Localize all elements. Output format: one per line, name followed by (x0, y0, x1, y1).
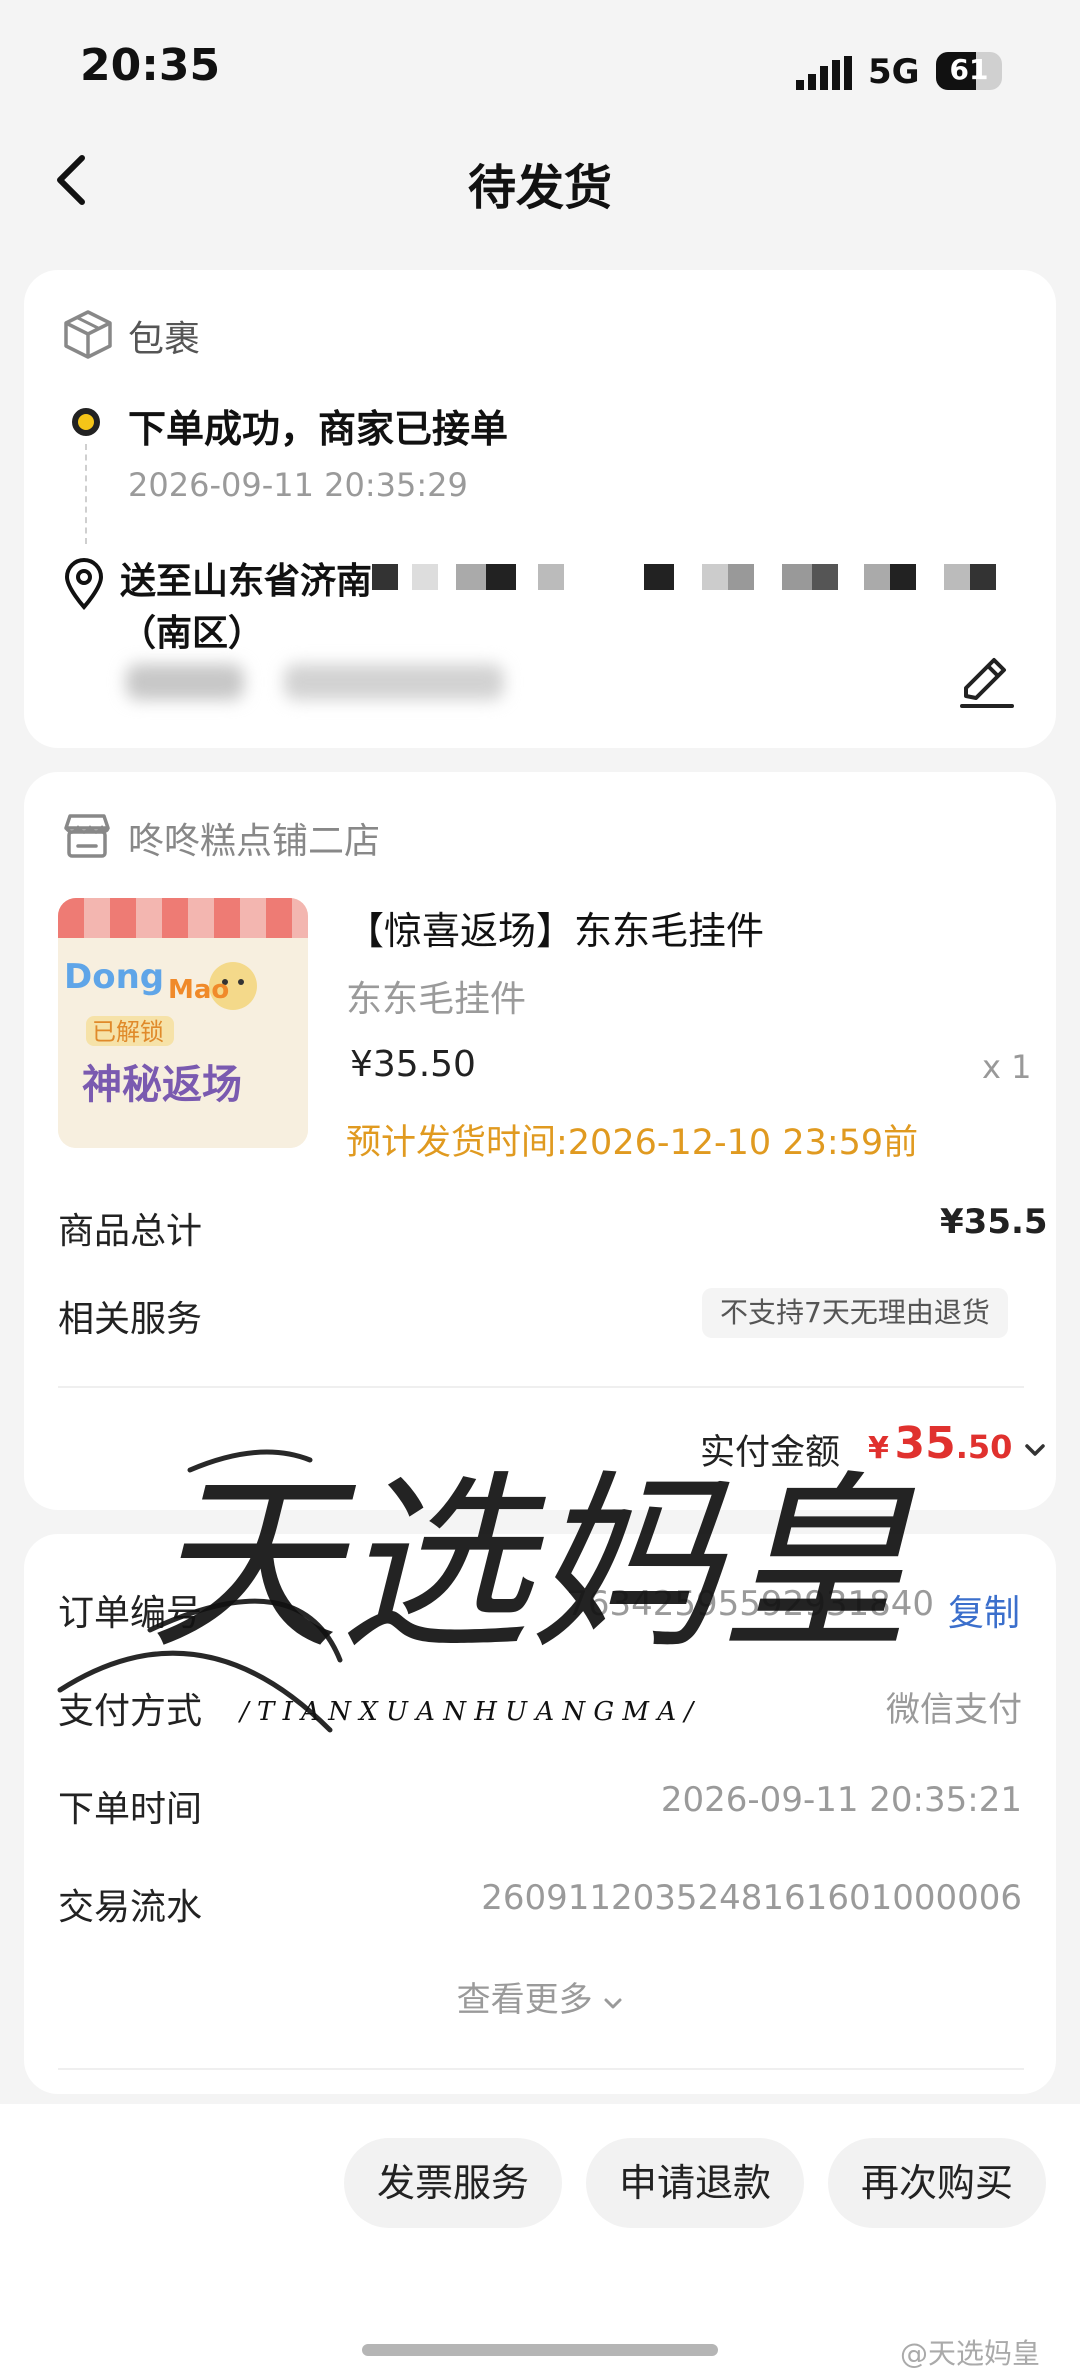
product-title[interactable]: 【惊喜返场】东东毛挂件 (346, 900, 764, 955)
watermark-sub: / T I A N X U A N H U A N G M A / (237, 1697, 695, 1727)
thumb-text-mao: Mao (168, 975, 229, 1005)
refund-button[interactable]: 申请退款 (586, 2138, 804, 2228)
address-line-2: （南区） (120, 613, 265, 654)
page-title: 待发货 (467, 160, 612, 216)
divider (58, 2068, 1024, 2070)
order-status-time: 2026-09-11 20:35:29 (128, 466, 468, 504)
home-indicator[interactable] (362, 2344, 718, 2356)
chevron-down-icon (604, 1998, 622, 2009)
location-pin-icon (64, 558, 104, 610)
contact-phone-redaction (284, 664, 504, 700)
product-price: ¥35.50 (350, 1044, 476, 1085)
battery-icon: 61 (936, 52, 1002, 90)
watermark: 天选妈皇 / T I A N X U A N H U A N G M A / (57, 1449, 916, 1733)
thumb-text-dong: Dong (64, 957, 164, 997)
battery-label: 61 (949, 53, 989, 86)
weibo-credit: @天选妈皇 (900, 2337, 1041, 2370)
order-status: 下单成功，商家已接单 (128, 407, 509, 451)
timeline-line (85, 444, 87, 544)
transaction-label: 交易流水 (58, 1887, 203, 1928)
awning (58, 898, 308, 938)
thumbnail-image: Dong Mao 已解锁 神秘返场 (58, 898, 308, 1148)
thumb-text-main: 神秘返场 (82, 1062, 242, 1108)
package-icon (64, 310, 112, 359)
transaction-value: 2609112035248161601000006 (481, 1878, 1022, 1918)
signal-icon (796, 56, 852, 90)
shop-name[interactable]: 咚咚糕点铺二店 (128, 812, 380, 864)
divider (58, 1386, 1024, 1388)
order-time-value: 2026-09-11 20:35:21 (660, 1780, 1022, 1820)
product-variant: 东东毛挂件 (346, 979, 527, 1020)
edit-address-icon[interactable] (958, 654, 1016, 710)
service-label: 相关服务 (58, 1299, 203, 1340)
ship-estimate: 预计发货时间:2026-12-10 23:59前 (346, 1123, 919, 1163)
goods-total-value: ¥35.5 (940, 1202, 1048, 1242)
order-time-label: 下单时间 (58, 1789, 203, 1830)
status-time: 20:35 (80, 40, 221, 91)
contact-name-redaction (126, 664, 244, 700)
watermark-main: 天选妈皇 (150, 1454, 916, 1675)
product-thumbnail[interactable]: Dong Mao 已解锁 神秘返场 (58, 898, 308, 1148)
product-quantity: x 1 (982, 1048, 1032, 1086)
goods-total-label: 商品总计 (58, 1211, 203, 1252)
address-redaction (372, 562, 1012, 592)
thumb-badge: 已解锁 (92, 1018, 164, 1046)
view-more-label: 查看更多 (456, 1980, 593, 2020)
shop-icon (64, 814, 110, 858)
view-more-button[interactable]: 查看更多 (0, 1972, 1080, 2021)
status-dot-icon (72, 408, 100, 436)
rebuy-button[interactable]: 再次购买 (828, 2138, 1046, 2228)
package-label: 包裹 (128, 319, 201, 360)
invoice-button[interactable]: 发票服务 (344, 2138, 562, 2228)
network-label: 5G (868, 52, 920, 92)
service-tag: 不支持7天无理由退货 (702, 1288, 1008, 1338)
